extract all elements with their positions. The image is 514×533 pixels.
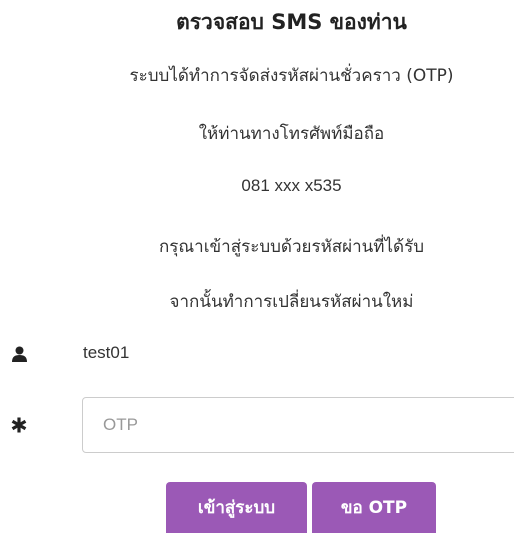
username-value: test01 [83, 343, 130, 362]
login-button[interactable]: เข้าสู่ระบบ [166, 482, 307, 533]
otp-input[interactable] [82, 397, 514, 453]
info-line-to-mobile: ให้ท่านทางโทรศัพท์มือถือ [198, 124, 385, 144]
username-row: test01 [0, 340, 514, 368]
info-line-login-with-otp: กรุณาเข้าสู่ระบบด้วยรหัสผ่านที่ได้รับ [158, 237, 425, 257]
asterisk-icon [10, 415, 28, 435]
info-line-sent-otp: ระบบได้ทำการจัดส่งรหัสผ่านชั่วคราว (OTP) [129, 66, 454, 86]
user-icon [10, 344, 28, 364]
page-title: ตรวจสอบ SMS ของท่าน [176, 10, 407, 34]
info-line-change-password: จากนั้นทำการเปลี่ยนรหัสผ่านใหม่ [169, 292, 414, 312]
phone-number: 081 xxx x535 [241, 176, 342, 195]
otp-row [0, 397, 514, 453]
request-otp-button[interactable]: ขอ OTP [312, 482, 436, 533]
